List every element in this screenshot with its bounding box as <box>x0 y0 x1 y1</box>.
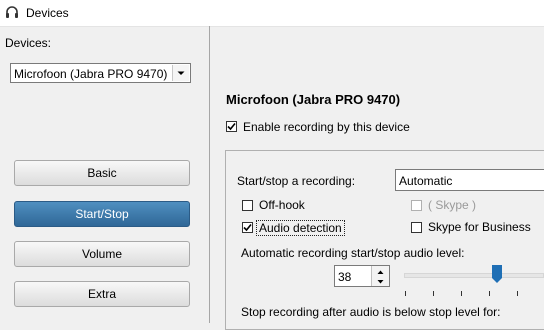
title-bar <box>0 0 544 27</box>
off-hook-checkbox[interactable] <box>242 200 253 211</box>
device-select-value: Microfoon (Jabra PRO 9470) <box>14 67 168 81</box>
start-stop-mode-input[interactable]: Automatic <box>395 169 544 191</box>
slider-tick <box>517 291 518 296</box>
start-stop-label: Start/stop a recording: <box>237 174 356 188</box>
skype-for-business-label: Skype for Business <box>428 220 531 234</box>
skype-checkbox[interactable] <box>411 200 422 211</box>
sidebar-divider <box>209 26 210 323</box>
nav-basic-button[interactable]: Basic <box>14 160 190 186</box>
chevron-down-icon[interactable] <box>172 65 189 81</box>
skype-label: ( Skype ) <box>428 198 477 212</box>
headset-icon <box>4 5 20 21</box>
device-title: Microfoon (Jabra PRO 9470) <box>226 92 401 107</box>
checkmark-icon <box>243 223 252 232</box>
audio-detection-checkbox[interactable] <box>242 222 253 233</box>
enable-recording-checkbox[interactable] <box>226 121 237 132</box>
skype-for-business-checkbox[interactable] <box>411 222 422 233</box>
slider-tick <box>489 291 490 296</box>
audio-detection-label: Audio detection <box>256 220 345 236</box>
slider-tick <box>461 291 462 296</box>
slider-track <box>404 273 544 278</box>
start-stop-mode-value: Automatic <box>399 174 453 188</box>
stop-after-label: Stop recording after audio is below stop… <box>241 305 501 319</box>
checkmark-icon <box>227 122 236 131</box>
window-title: Devices <box>26 6 69 20</box>
off-hook-label: Off-hook <box>259 198 305 212</box>
level-spinner[interactable]: 38 <box>334 265 390 287</box>
slider-thumb[interactable] <box>492 265 502 284</box>
spin-down-icon[interactable] <box>371 276 389 286</box>
slider-tick <box>433 291 434 296</box>
device-select[interactable]: Microfoon (Jabra PRO 9470) <box>10 63 191 83</box>
slider-tick <box>405 291 406 296</box>
nav-volume-button[interactable]: Volume <box>14 241 190 267</box>
level-value: 38 <box>338 270 352 284</box>
enable-recording-label: Enable recording by this device <box>243 120 410 134</box>
level-slider[interactable] <box>404 265 544 299</box>
nav-extra-button[interactable]: Extra <box>14 281 190 307</box>
devices-label: Devices: <box>5 36 52 50</box>
level-label: Automatic recording start/stop audio lev… <box>241 246 465 260</box>
nav-start-stop-button[interactable]: Start/Stop <box>14 201 190 227</box>
